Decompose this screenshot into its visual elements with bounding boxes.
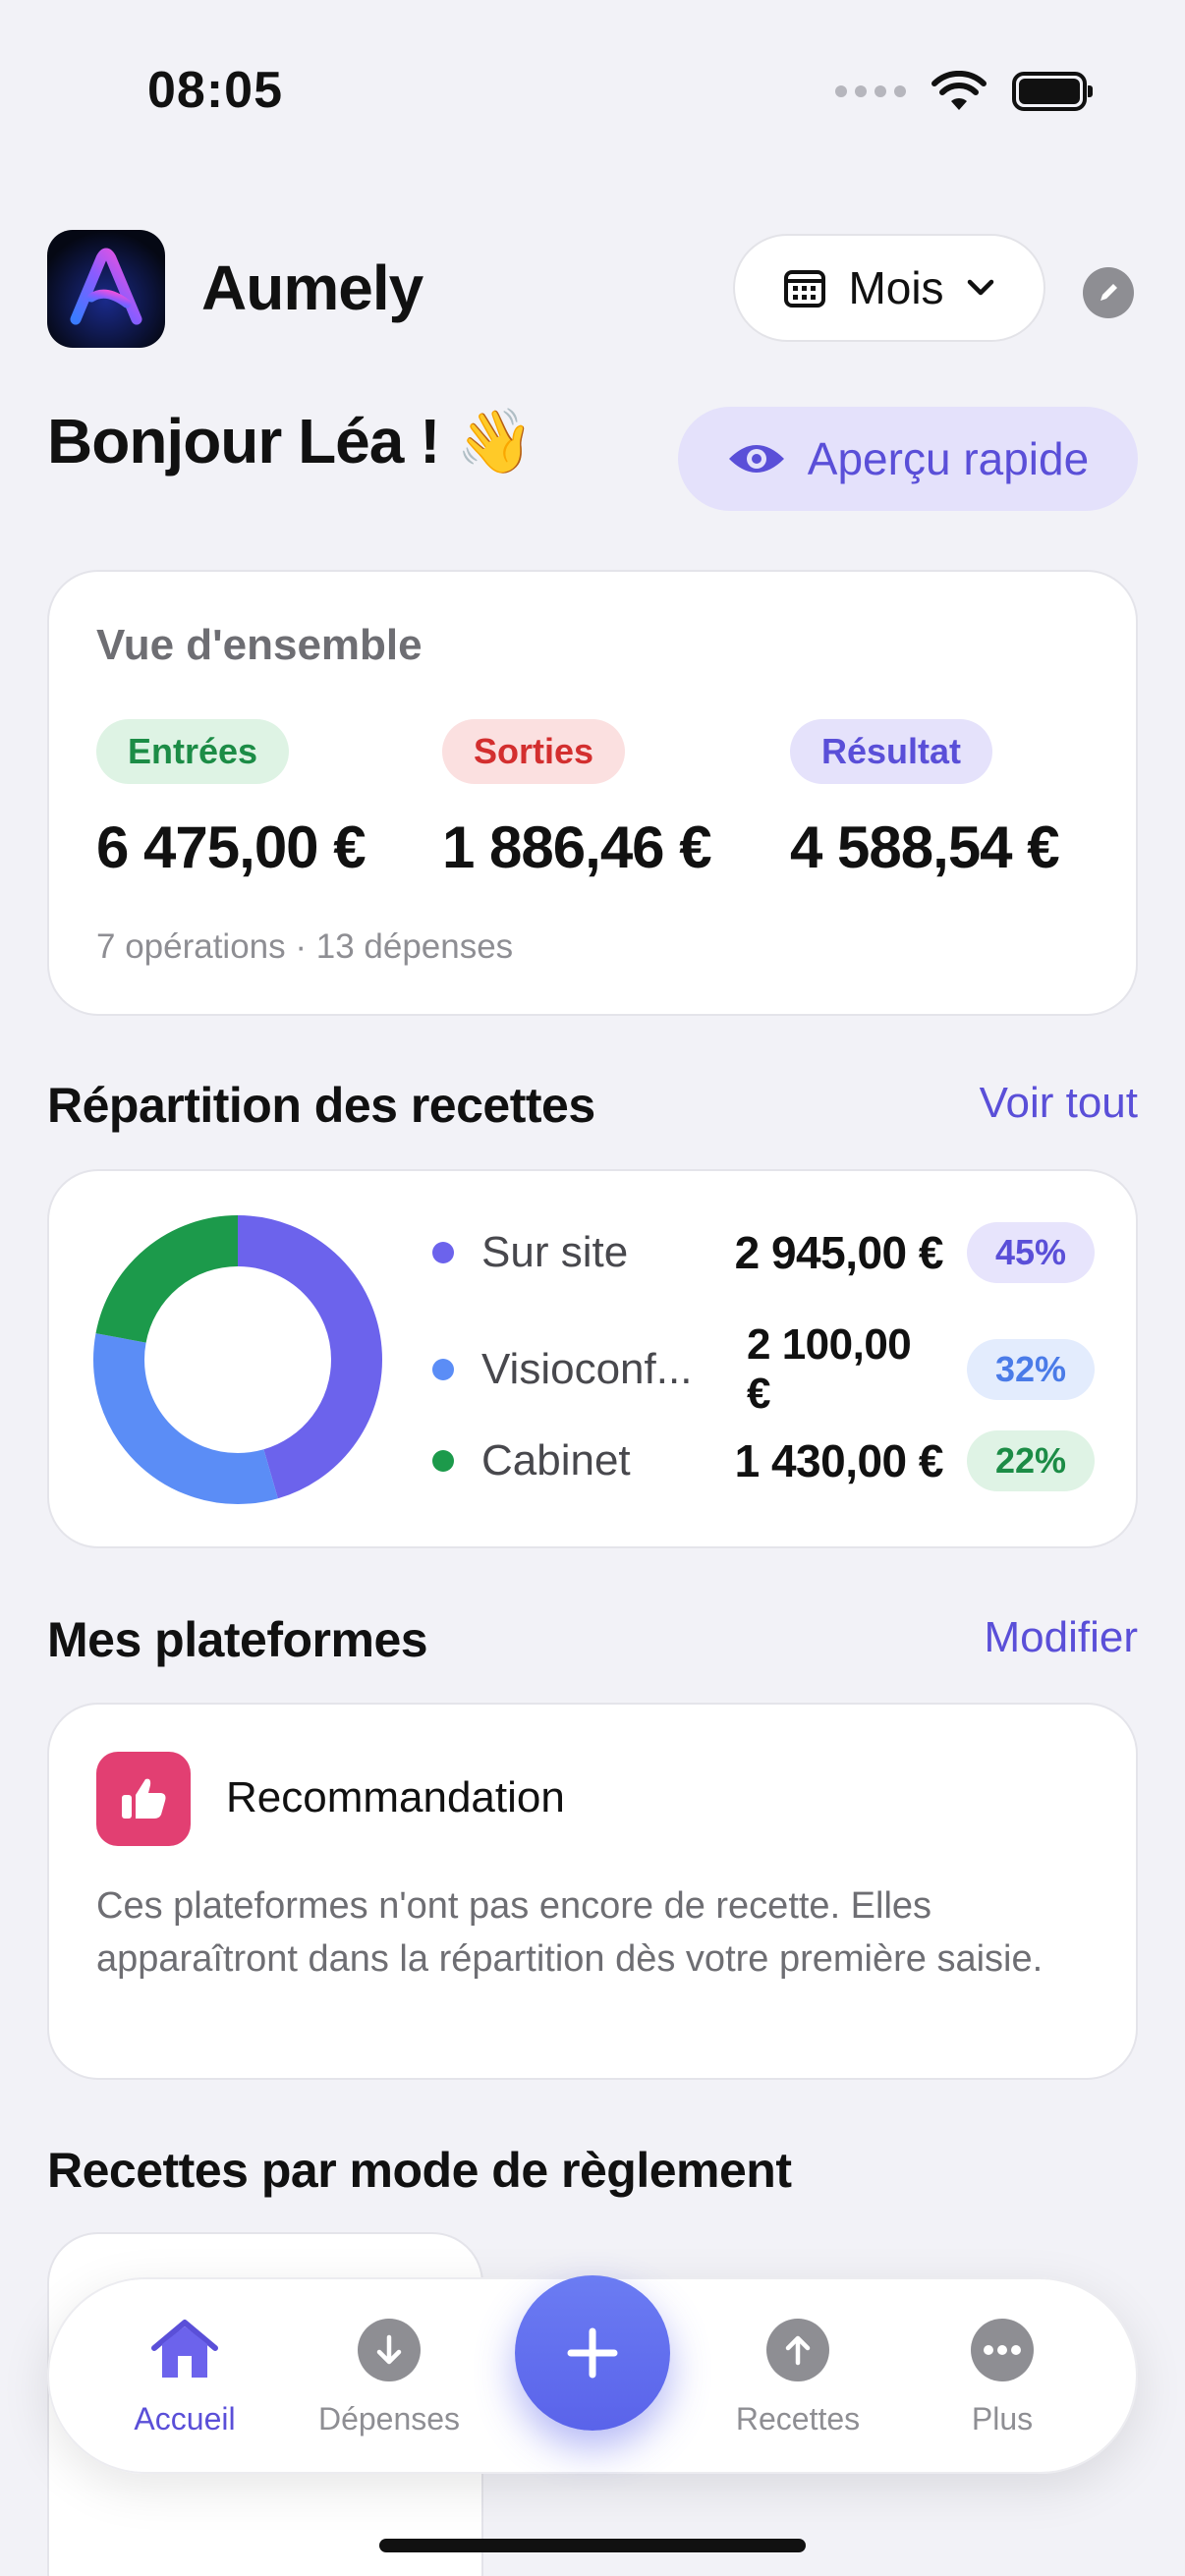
legend-row[interactable]: Cabinet 1 430,00 € 22% xyxy=(432,1430,1100,1491)
income-column: Entrées 6 475,00 € xyxy=(96,719,367,881)
more-dots-icon xyxy=(971,2319,1034,2381)
app-name: Aumely xyxy=(201,252,423,323)
tab-more-label: Plus xyxy=(971,2401,1034,2436)
expense-column: Sorties 1 886,46 € xyxy=(442,719,712,881)
status-time: 08:05 xyxy=(147,62,283,119)
legend-dot xyxy=(432,1359,454,1380)
tab-income[interactable]: Recettes xyxy=(700,2319,896,2437)
app-logo xyxy=(47,230,165,348)
tab-expenses-label: Dépenses xyxy=(317,2401,461,2436)
overview-title: Vue d'ensemble xyxy=(96,621,423,669)
tab-expenses[interactable]: Dépenses xyxy=(291,2319,487,2437)
arrow-up-icon xyxy=(766,2319,829,2381)
payment-mode-title: Recettes par mode de règlement xyxy=(47,2143,792,2198)
tab-income-label: Recettes xyxy=(735,2401,861,2436)
legend-label: Visioconf... xyxy=(481,1345,693,1393)
period-selector-button[interactable]: Mois xyxy=(733,234,1045,342)
quick-preview-label: Aperçu rapide xyxy=(807,433,1090,484)
legend-row[interactable]: Visioconf... 2 100,00 € 32% xyxy=(432,1320,1100,1419)
see-all-link[interactable]: Voir tout xyxy=(980,1079,1138,1128)
result-amount: 4 588,54 € xyxy=(790,814,1060,880)
home-icon xyxy=(151,2320,218,2378)
legend-percent-badge: 32% xyxy=(967,1339,1095,1400)
legend-percent-badge: 45% xyxy=(967,1222,1095,1283)
legend-value: 1 430,00 € xyxy=(734,1435,944,1486)
revenue-split-card[interactable]: Sur site 2 945,00 € 45% Visioconf... 2 100,0… xyxy=(47,1169,1138,1548)
recommendation-card[interactable]: Recommandation Ces plateformes n'ont pas… xyxy=(47,1703,1138,2080)
chevron-down-icon xyxy=(967,279,993,296)
cellular-signal-icon xyxy=(835,85,906,97)
legend-value: 2 100,00 € xyxy=(747,1320,912,1418)
tab-home[interactable]: Accueil xyxy=(86,2319,283,2437)
modify-platforms-link[interactable]: Modifier xyxy=(985,1613,1139,1662)
platforms-title: Mes plateformes xyxy=(47,1612,428,1667)
legend-label: Cabinet xyxy=(481,1436,631,1484)
quick-preview-button[interactable]: Aperçu rapide xyxy=(678,407,1138,511)
expense-badge: Sorties xyxy=(442,719,626,784)
revenue-split-title: Répartition des recettes xyxy=(47,1078,595,1133)
legend-dot xyxy=(432,1242,454,1263)
status-icons xyxy=(835,71,1093,112)
expense-amount: 1 886,46 € xyxy=(442,814,712,880)
add-button[interactable] xyxy=(515,2275,670,2431)
recommendation-description: Ces plateformes n'ont pas encore de rece… xyxy=(96,1885,1044,1980)
battery-icon xyxy=(1012,72,1093,111)
wifi-icon xyxy=(931,71,987,110)
legend-row[interactable]: Sur site 2 945,00 € 45% xyxy=(432,1222,1100,1283)
tab-more[interactable]: Plus xyxy=(904,2319,1100,2437)
revenue-donut-chart xyxy=(93,1215,382,1504)
plus-icon xyxy=(567,2327,618,2379)
arrow-down-icon xyxy=(358,2319,421,2381)
result-column: Résultat 4 588,54 € xyxy=(790,719,1060,881)
greeting: Bonjour Léa ! 👋 xyxy=(47,406,535,476)
thumbs-up-icon xyxy=(96,1752,191,1846)
overview-card[interactable]: Vue d'ensemble Entrées 6 475,00 € Sortie… xyxy=(47,570,1138,1016)
edit-button[interactable] xyxy=(1083,267,1134,318)
recommendation-title: Recommandation xyxy=(226,1773,565,1821)
legend-dot xyxy=(432,1450,454,1472)
legend-percent-badge: 22% xyxy=(967,1430,1095,1491)
period-label: Mois xyxy=(848,262,944,313)
calendar-icon xyxy=(784,270,826,308)
result-badge: Résultat xyxy=(790,719,993,784)
income-amount: 6 475,00 € xyxy=(96,814,367,880)
legend-label: Sur site xyxy=(481,1228,629,1276)
tab-home-label: Accueil xyxy=(134,2401,236,2436)
eye-icon xyxy=(728,445,784,473)
pencil-icon xyxy=(1100,284,1117,301)
home-indicator xyxy=(379,2539,806,2552)
income-badge: Entrées xyxy=(96,719,290,784)
legend-value: 2 945,00 € xyxy=(734,1227,944,1278)
overview-meta: 7 opérations · 13 dépenses xyxy=(96,927,514,966)
